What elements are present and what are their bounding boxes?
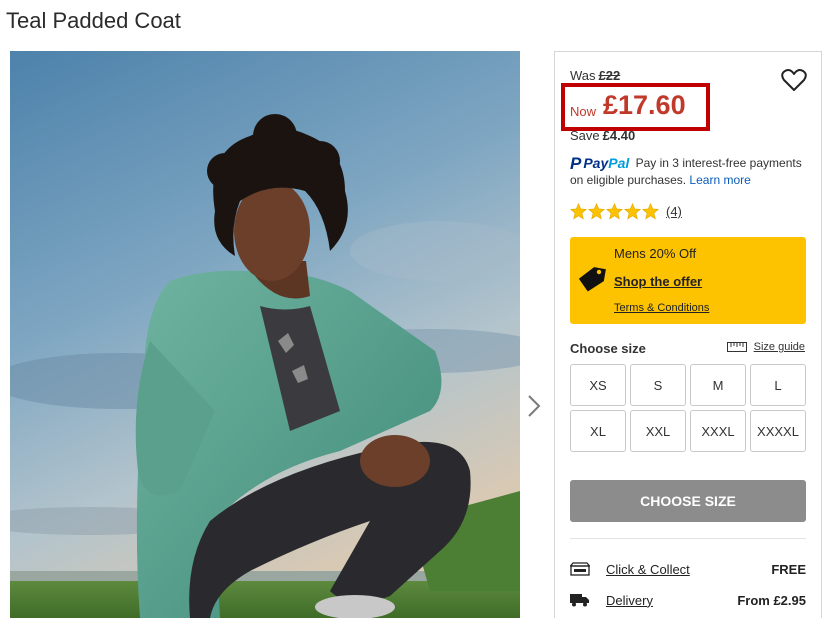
review-count-link[interactable]: (4) [666, 204, 682, 219]
was-price: Was £22 [570, 68, 620, 83]
size-option-xxxl[interactable]: XXXL [690, 410, 746, 452]
click-collect-link[interactable]: Click & Collect [606, 562, 771, 577]
click-collect-price: FREE [771, 561, 806, 577]
product-photo [10, 51, 520, 618]
size-option-l[interactable]: L [750, 364, 806, 406]
terms-conditions-link[interactable]: Terms & Conditions [614, 302, 709, 314]
truck-icon [570, 594, 589, 607]
product-info-panel: Was £22 Now £17.60 Save £4.40 P Pay Pal Pay … [554, 51, 822, 618]
shop-offer-link[interactable]: Shop the offer [614, 274, 702, 289]
size-guide-label: Size guide [753, 341, 805, 353]
next-image-arrow-icon[interactable] [524, 392, 544, 420]
size-option-xl[interactable]: XL [570, 410, 626, 452]
star-icon [624, 203, 641, 220]
paypal-logo: P Pay Pal [570, 154, 630, 173]
star-icon [642, 203, 659, 220]
store-icon [570, 562, 590, 576]
star-icon [570, 203, 587, 220]
offer-title: Mens 20% Off [614, 246, 697, 261]
choose-size-label: Choose size [570, 341, 646, 356]
size-option-s[interactable]: S [630, 364, 686, 406]
paypal-p-icon: P [570, 154, 582, 173]
size-option-xxl[interactable]: XXL [630, 410, 686, 452]
click-collect-row: Click & Collect FREE [570, 559, 806, 579]
price-tag-icon [578, 267, 606, 292]
divider [570, 538, 806, 539]
choose-size-button[interactable]: CHOOSE SIZE [570, 480, 806, 522]
wishlist-heart-icon[interactable] [781, 68, 807, 92]
ruler-icon [726, 342, 747, 352]
save-value: £4.40 [602, 128, 636, 143]
product-image[interactable] [10, 51, 520, 618]
star-icon [588, 203, 605, 220]
rating[interactable]: (4) [570, 203, 682, 220]
delivery-link[interactable]: Delivery [606, 593, 737, 608]
save-amount: Save £4.40 [570, 128, 635, 143]
now-price-highlight: Now £17.60 [561, 83, 710, 131]
save-label: Save [570, 128, 600, 143]
star-icon [606, 203, 623, 220]
delivery-price: From £2.95 [737, 592, 806, 608]
now-label: Now [570, 104, 597, 119]
offer-banner: Mens 20% Off Shop the offer Terms & Cond… [570, 237, 806, 324]
delivery-row: Delivery From £2.95 [570, 590, 806, 610]
was-label: Was [570, 68, 596, 83]
size-option-xxxxl[interactable]: XXXXL [750, 410, 806, 452]
now-price: £17.60 [603, 90, 686, 120]
size-guide-link[interactable]: Size guide [726, 341, 805, 353]
was-value: £22 [598, 68, 621, 83]
size-options: XS S M L XL XXL XXXL XXXXL [570, 364, 807, 452]
size-option-xs[interactable]: XS [570, 364, 626, 406]
product-title: Teal Padded Coat [6, 8, 181, 33]
size-option-m[interactable]: M [690, 364, 746, 406]
paypal-info: P Pay Pal Pay in 3 interest-free payments … [570, 155, 815, 189]
paypal-learn-more-link[interactable]: Learn more [689, 173, 750, 187]
